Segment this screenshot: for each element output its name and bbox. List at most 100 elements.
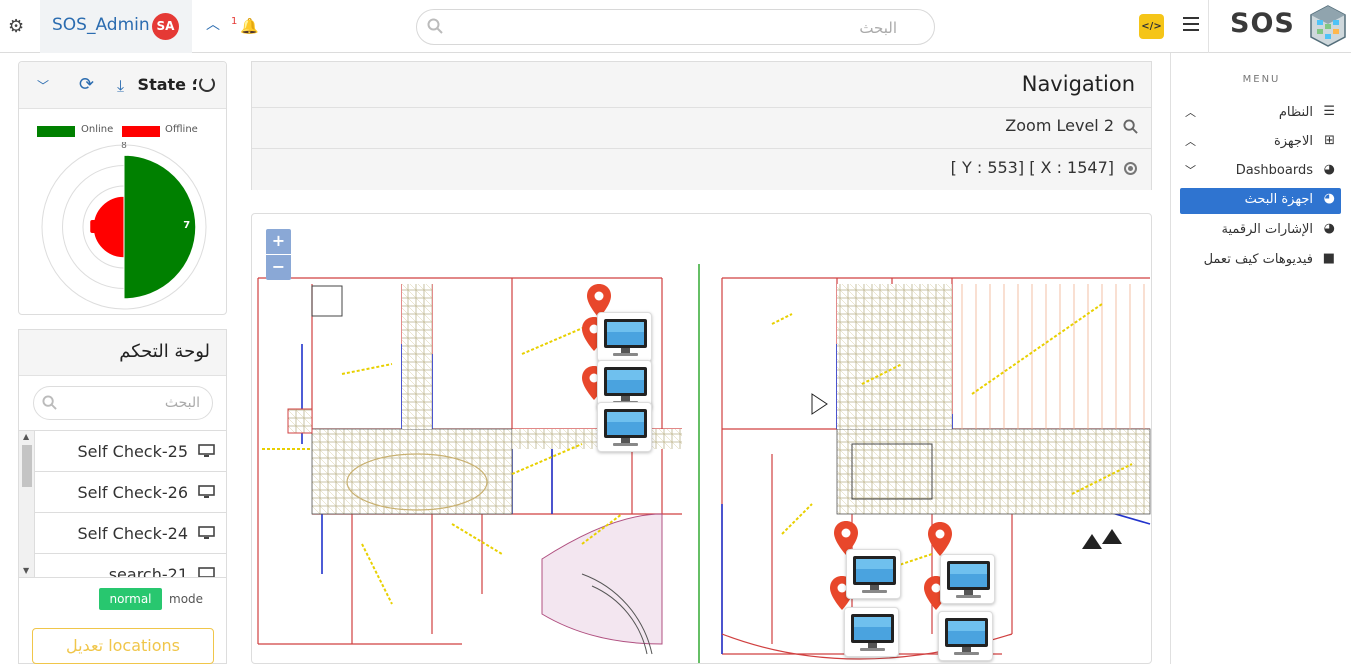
device-name: Self Check-26 <box>77 483 188 502</box>
chevron-up-icon: ︿ <box>1185 135 1196 148</box>
device-monitor-icon[interactable] <box>846 549 901 599</box>
device-monitor-icon[interactable] <box>940 554 995 604</box>
zoom-row: Zoom Level 2 <box>252 108 1151 149</box>
search-icon <box>1123 119 1138 134</box>
hamburger-menu-icon[interactable] <box>1183 17 1199 31</box>
monitor-icon <box>198 444 215 457</box>
user-name: SOS_Admin <box>52 15 150 35</box>
chevron-down-icon[interactable]: ﹀ <box>37 77 49 94</box>
top-bar: ⚙ SOS_Admin SA ︿ 1 🔔 البحث </> SOS <box>0 0 1351 53</box>
map-marker-icon[interactable] <box>928 522 952 556</box>
device-name: search-21 <box>108 565 188 578</box>
legend-label-online: Online <box>81 124 114 135</box>
plan-annotation <box>451 523 503 555</box>
control-panel: لوحة التحكم البحث ▲ ▼ Self Check-25 Self… <box>18 329 227 664</box>
device-monitor-icon[interactable] <box>597 312 652 362</box>
gauge-icon: ◕ <box>1323 191 1335 206</box>
sidebar-item-label: اجهزة البحث <box>1244 192 1313 207</box>
video-icon: ■ <box>1322 251 1335 266</box>
legend-swatch-online <box>37 126 75 137</box>
plan-annotation <box>341 363 393 375</box>
plan-annotation <box>361 543 393 605</box>
device-monitor-icon[interactable] <box>844 607 899 657</box>
device-search-input[interactable]: البحث <box>33 386 213 420</box>
legend-swatch-offline <box>122 126 160 137</box>
sidebar-item-label: النظام <box>1278 105 1313 120</box>
menu-label: MENU <box>1242 74 1281 85</box>
plan-annotation <box>971 303 1103 395</box>
plan-floor-hatch <box>837 284 952 429</box>
refresh-icon[interactable]: ⟳ <box>79 74 94 95</box>
scrollbar-thumb[interactable] <box>22 445 32 487</box>
spinner-icon <box>199 76 215 92</box>
sidebar-item-label: الإشارات الرقمية <box>1221 222 1313 237</box>
floorplan-drawing <box>257 264 1151 663</box>
divider <box>1208 0 1209 53</box>
sidebar-item-label: Dashboards <box>1235 163 1313 178</box>
floorplan-map[interactable]: + − <box>251 213 1152 664</box>
plan-symbol <box>1102 529 1122 544</box>
user-menu[interactable]: SOS_Admin SA <box>40 0 192 53</box>
plan-floor-hatch <box>402 284 432 429</box>
chevron-up-icon: ︿ <box>1185 106 1196 119</box>
notification-count: 1 <box>231 16 238 27</box>
sidebar-item-devices[interactable]: ︿ الاجهزة ⊞ <box>1180 130 1341 156</box>
list-item[interactable]: Self Check-25 <box>35 431 226 472</box>
sidebar-item-dashboards[interactable]: ﹀ Dashboards ◕ <box>1180 159 1341 185</box>
device-name: Self Check-24 <box>77 524 188 543</box>
control-panel-title: لوحة التحكم <box>119 341 210 362</box>
user-avatar: SA <box>152 13 179 40</box>
sidebar: MENU ︿ النظام ☰ ︿ الاجهزة ⊞ ﹀ Dashboards… <box>1170 53 1351 664</box>
search-icon <box>42 395 57 410</box>
device-list: ▲ ▼ Self Check-25 Self Check-26 Self Che… <box>19 430 226 578</box>
polar-tick-label: 8 <box>121 142 127 151</box>
mode-badge[interactable]: normal <box>99 588 162 610</box>
chart-legend: Online Offline <box>37 124 227 138</box>
plan-floor-hatch <box>836 428 1151 515</box>
polar-data-label-online: 7 <box>183 220 190 231</box>
code-button[interactable]: </> <box>1139 14 1164 39</box>
global-search-input[interactable]: البحث <box>416 9 935 45</box>
plan-symbol <box>811 393 828 415</box>
chevron-up-icon[interactable]: ︿ <box>206 14 220 34</box>
navigation-title: Navigation <box>1021 72 1135 96</box>
plan-annotation <box>781 503 813 535</box>
bell-icon[interactable]: 🔔 <box>240 17 259 35</box>
scroll-down-arrow[interactable]: ▼ <box>23 566 29 575</box>
zoom-in-button[interactable]: + <box>266 229 291 254</box>
logo-icon <box>1310 5 1346 47</box>
list-item[interactable]: Self Check-24 <box>35 513 226 554</box>
sidebar-item-digital-signals[interactable]: الإشارات الرقمية ◕ <box>1180 218 1341 244</box>
zoom-level: Zoom Level 2 <box>1005 116 1114 135</box>
sliders-icon: ☰ <box>1323 104 1335 119</box>
navigation-header: Navigation <box>252 62 1151 108</box>
search-placeholder: البحث <box>164 395 200 411</box>
monitor-icon <box>198 485 215 498</box>
list-item[interactable]: search-21 <box>35 554 226 578</box>
list-item[interactable]: Self Check-26 <box>35 472 226 513</box>
chevron-down-icon: ﹀ <box>1185 164 1196 177</box>
sidebar-item-how-to-videos[interactable]: فيديوهات كيف تعمل ■ <box>1180 248 1341 274</box>
polar-area-chart: 87 <box>41 142 207 310</box>
sidebar-item-search-devices[interactable]: اجهزة البحث ◕ <box>1180 188 1341 214</box>
coordinates-row: [ Y : 553] [ X : 1547] <box>252 149 1151 190</box>
navigation-panel: Navigation Zoom Level 2 [ Y : 553] [ X :… <box>251 61 1152 190</box>
device-monitor-icon[interactable] <box>938 611 993 661</box>
device-monitor-icon[interactable] <box>597 402 652 452</box>
settings-gears-icon[interactable]: ⚙ <box>8 16 24 37</box>
plan-stair-block <box>311 285 343 317</box>
plan-stairs <box>541 513 663 645</box>
zoom-out-button[interactable]: − <box>266 255 291 280</box>
sidebar-item-system[interactable]: ︿ النظام ☰ <box>1180 101 1341 127</box>
plan-annotation <box>771 313 793 325</box>
download-icon[interactable]: ⤓ <box>117 76 124 96</box>
state-card: ﹀ ⟳ ⤓ State ؛ Online Offline 87 <box>18 61 227 315</box>
mode-label: mode <box>169 592 204 606</box>
scroll-up-arrow[interactable]: ▲ <box>23 432 29 441</box>
edit-locations-button[interactable]: تعديل locations <box>32 628 214 664</box>
brand-name: SOS <box>1230 8 1295 39</box>
scrollbar[interactable]: ▲ ▼ <box>19 431 35 577</box>
plan-floor-hatch <box>287 408 313 434</box>
sidebar-item-label: الاجهزة <box>1273 134 1313 149</box>
polar-data-label-offline-bg <box>90 220 99 233</box>
